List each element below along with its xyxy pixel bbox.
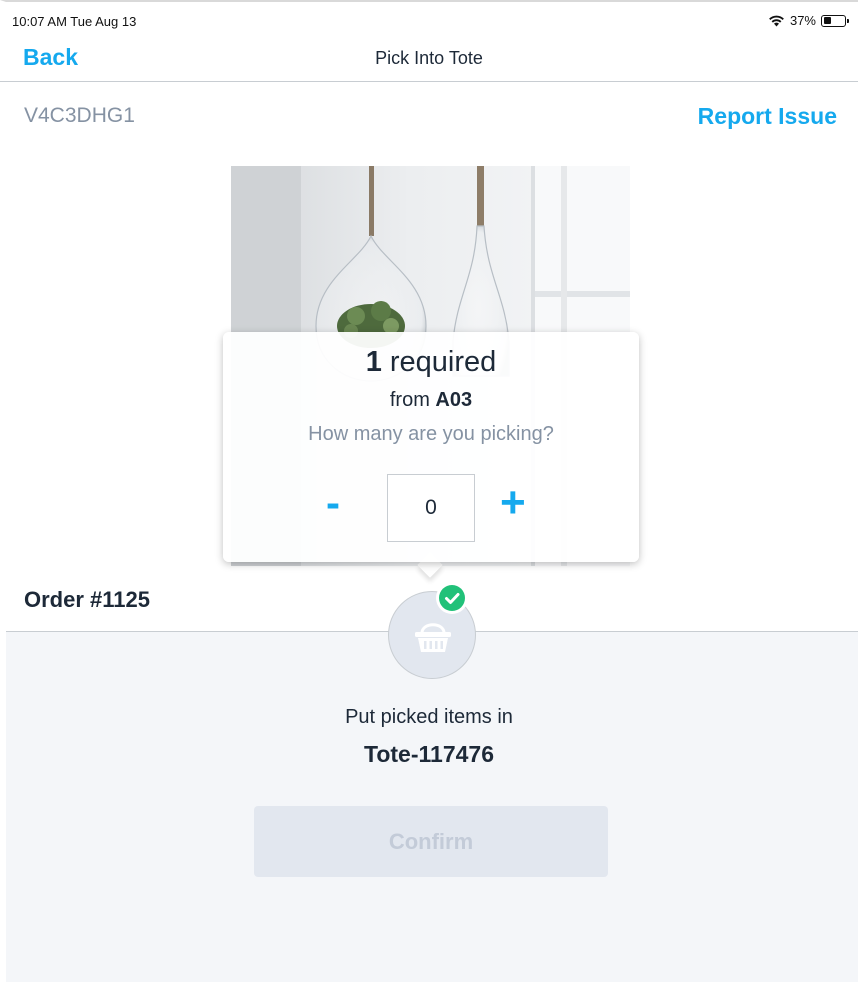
item-sku: V4C3DHG1 xyxy=(24,104,135,127)
status-time: 10:07 AM Tue Aug 13 xyxy=(12,14,137,29)
back-button[interactable]: Back xyxy=(23,44,78,71)
battery-icon xyxy=(821,14,849,27)
check-badge xyxy=(436,582,468,614)
tote-id: Tote-117476 xyxy=(364,741,494,767)
increment-button[interactable]: + xyxy=(500,481,526,525)
location-code: A03 xyxy=(435,389,473,411)
navigation-bar: Pick Into Tote Back xyxy=(0,38,858,82)
confirm-button[interactable]: Confirm xyxy=(254,806,608,877)
order-number: Order #1125 xyxy=(24,587,150,612)
quantity-input[interactable]: 0 xyxy=(387,474,475,542)
battery-percent: 37% xyxy=(789,13,816,28)
pick-location: from A03 xyxy=(389,389,473,411)
battery-level xyxy=(823,17,831,24)
check-icon xyxy=(445,593,460,604)
required-count: 1 required xyxy=(365,346,497,378)
wifi-icon xyxy=(769,15,784,27)
basket-icon xyxy=(415,623,451,652)
put-instruction: Put picked items in xyxy=(345,706,513,728)
pick-quantity-popover: 1 required from A03 How many are you pic… xyxy=(223,332,639,562)
decrement-button[interactable]: - xyxy=(326,482,340,524)
pick-question: How many are you picking? xyxy=(308,423,554,445)
status-indicators: 37% xyxy=(768,13,849,28)
page-title: Pick Into Tote xyxy=(375,48,483,68)
status-bar: 10:07 AM Tue Aug 13 37% xyxy=(0,0,858,40)
report-issue-button[interactable]: Report Issue xyxy=(698,103,837,130)
